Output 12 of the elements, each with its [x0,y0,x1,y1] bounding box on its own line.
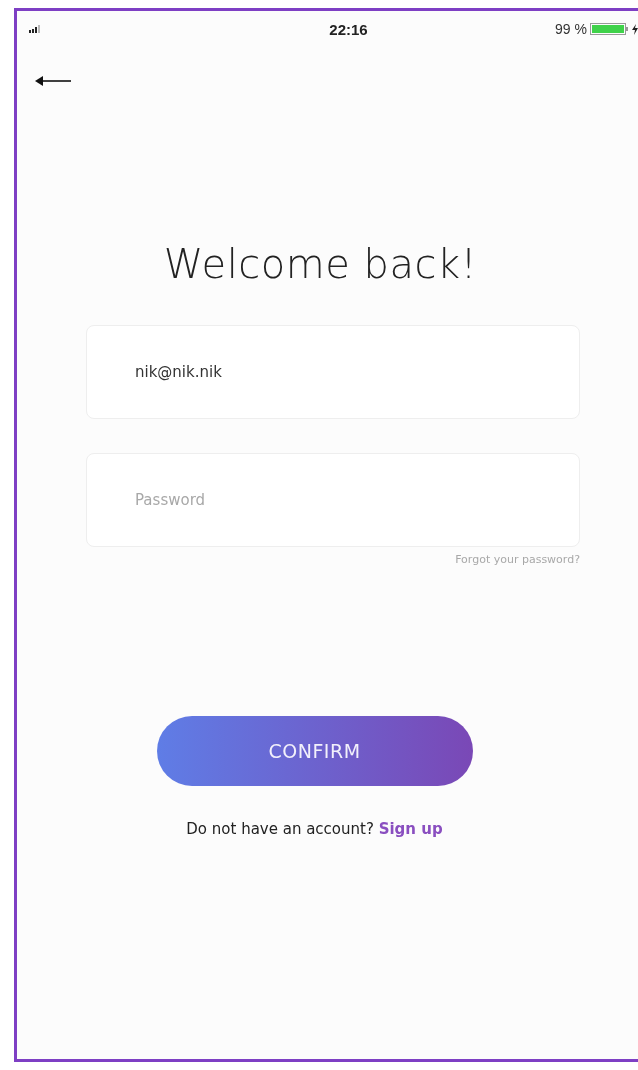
back-arrow-icon[interactable] [35,75,71,87]
signup-link[interactable]: Sign up [378,820,443,838]
confirm-button[interactable]: CONFIRM [156,716,473,786]
status-time: 22:16 [329,20,368,38]
password-field[interactable]: Password [86,453,580,547]
email-field[interactable]: nik@nik.nik [86,325,580,419]
signup-prompt: Do not have an account? Sign up [185,820,444,838]
battery-icon [590,23,630,35]
signal-icon [29,25,43,33]
charging-icon [632,23,638,35]
welcome-title: Welcome back! [162,241,479,287]
battery-percent: 99 % [555,21,587,37]
